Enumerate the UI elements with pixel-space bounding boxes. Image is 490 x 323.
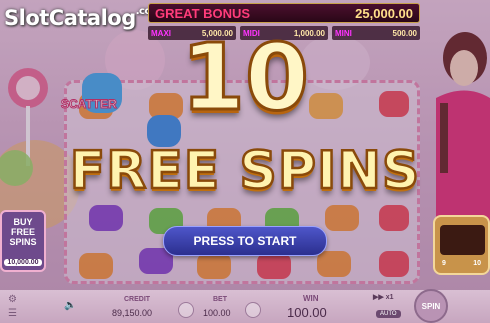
bonus-meter-panel: 9 10 (433, 215, 490, 275)
jackpot-great-value: 25,000.00 (355, 5, 413, 21)
turbo-toggle[interactable]: ▶▶ x1 (373, 293, 394, 301)
bet-value: 100.00 (203, 308, 231, 318)
buy-free-spins-button[interactable]: BUY FREE SPINS 10,000.00 (0, 210, 46, 272)
press-to-start-button[interactable]: PRESS TO START (163, 226, 327, 256)
jackpot-great-bonus: GREAT BONUS 25,000.00 (148, 3, 420, 23)
game-screen: SCATTER SlotCatalog.com GREAT BONUS 25,0… (0, 0, 490, 323)
watermark-logo: SlotCatalog.com (4, 6, 161, 30)
settings-icon[interactable]: ⚙ (8, 294, 17, 305)
win-value: 100.00 (287, 305, 327, 320)
bonus-meter-screen (440, 225, 485, 255)
bet-increase-button[interactable] (245, 302, 261, 318)
free-spins-count: 10 (179, 24, 310, 131)
sound-icon[interactable]: 🔈 (64, 300, 76, 311)
spin-button[interactable]: SPIN (414, 289, 448, 323)
win-label: WIN (303, 294, 319, 303)
free-spins-title: FREE SPINS (68, 141, 421, 201)
buy-price: 10,000.00 (4, 259, 42, 266)
menu-icon[interactable]: ☰ (8, 308, 17, 319)
bet-label: BET (213, 296, 227, 303)
autoplay-button[interactable]: AUTO (376, 310, 401, 318)
credit-label: CREDIT (124, 296, 151, 303)
credit-value: 89,150.00 (112, 308, 153, 318)
jackpot-great-label: GREAT BONUS (155, 5, 251, 21)
bet-decrease-button[interactable] (178, 302, 194, 318)
